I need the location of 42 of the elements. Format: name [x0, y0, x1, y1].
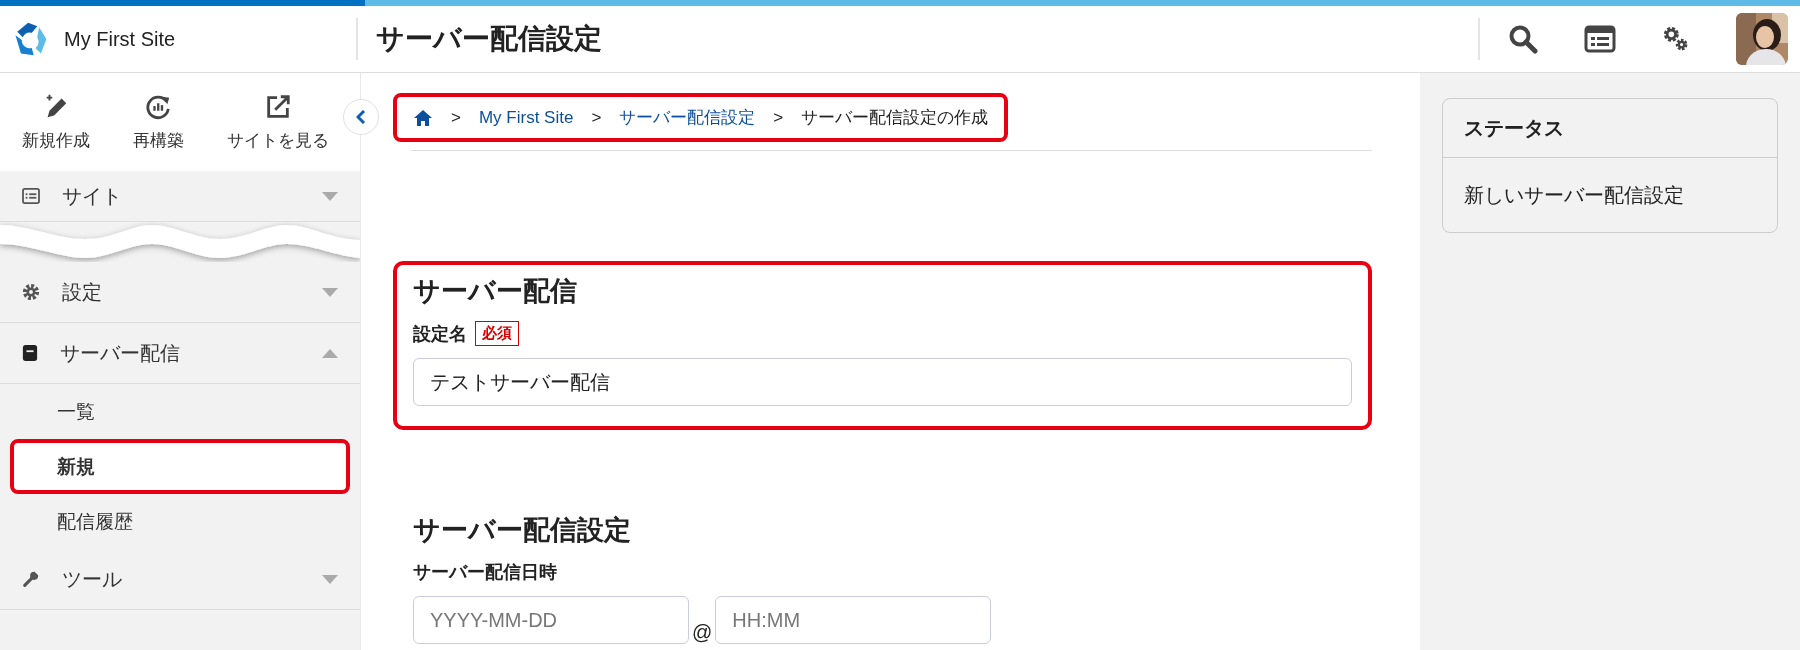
site-name[interactable]: My First Site [64, 27, 176, 51]
wrench-icon [22, 570, 40, 588]
nav-item[interactable]: サーバー配信 [0, 323, 360, 384]
chevron-left-icon [356, 110, 366, 124]
status-text: 新しいサーバー配信設定 [1463, 182, 1685, 208]
required-tag: 必須 [475, 321, 519, 346]
nav-label: ツール [62, 566, 123, 592]
window-icon[interactable] [1584, 25, 1616, 53]
breadcrumb-separator: > [451, 107, 461, 128]
breadcrumb-separator: > [773, 107, 784, 128]
section-heading: サーバー配信設定 [413, 514, 632, 547]
nav-item[interactable]: 設定 [0, 262, 360, 323]
date-field[interactable]: YYYY-MM-DD [413, 596, 689, 644]
at-sign: @ [692, 621, 713, 644]
home-icon[interactable] [413, 108, 433, 127]
search-icon[interactable] [1508, 24, 1538, 54]
breadcrumb-link[interactable]: My First Site [478, 107, 574, 128]
toolbar-button[interactable]: サイトを見る [226, 92, 329, 152]
gear-icon [22, 283, 40, 301]
breadcrumb-separator: > [591, 107, 602, 128]
nav-label: サイト [62, 183, 123, 209]
nav-item[interactable]: ツール [0, 549, 360, 610]
nav-subitem[interactable]: 配信履歴 [0, 494, 360, 549]
toolbar-button[interactable]: 新規作成 [21, 92, 90, 152]
nav-label: 設定 [62, 279, 103, 305]
archive-icon [22, 344, 38, 362]
field-label: サーバー配信日時 [413, 561, 557, 584]
toolbar-button[interactable]: 再構築 [132, 92, 184, 152]
field-label: 設定名 [413, 322, 467, 346]
text-field[interactable]: テストサーバー配信 [413, 358, 1352, 406]
nav-subitem[interactable]: 新規 [10, 439, 350, 494]
list-window-icon [22, 188, 40, 204]
page-title: サーバー配信設定 [376, 22, 603, 56]
nav-label: サーバー配信 [60, 340, 181, 366]
card-title: ステータス [1443, 99, 1777, 158]
nav-item[interactable]: サイト [0, 171, 360, 222]
section-heading: サーバー配信 [413, 275, 578, 308]
nav-subitem[interactable]: 一覧 [0, 384, 360, 439]
time-field[interactable]: HH:MM [715, 596, 992, 644]
breadcrumb-current: サーバー配信設定の作成 [801, 107, 989, 129]
gears-icon[interactable] [1662, 25, 1690, 53]
breadcrumb-link[interactable]: サーバー配信設定 [619, 106, 756, 129]
